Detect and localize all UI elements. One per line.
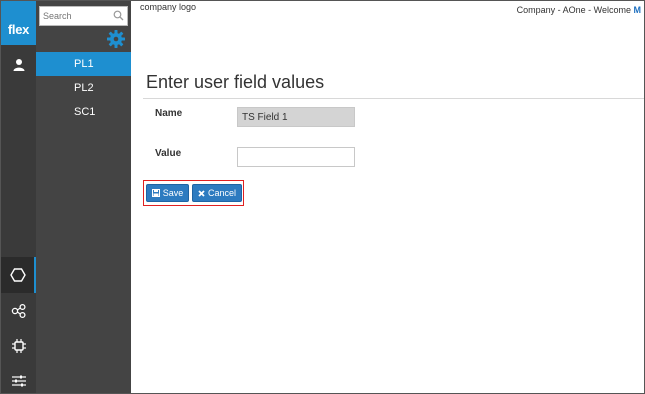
tree-item-pl2[interactable]: PL2 — [36, 76, 131, 100]
title-divider — [143, 98, 644, 99]
search-input[interactable] — [40, 7, 110, 25]
welcome-text: Company - AOne - Welcome M — [517, 5, 641, 15]
close-icon — [198, 189, 205, 197]
chip-icon — [11, 339, 26, 353]
page-title: Enter user field values — [146, 72, 325, 92]
sliders-icon — [11, 375, 26, 387]
gear-icon[interactable] — [106, 29, 126, 49]
company-logo: company logo — [140, 2, 197, 12]
hexagon-icon — [9, 268, 26, 282]
rail-nodes-button[interactable] — [1, 293, 36, 329]
value-field[interactable] — [237, 147, 355, 167]
save-button[interactable]: Save — [146, 184, 189, 202]
rail-chip-button[interactable] — [1, 328, 36, 364]
user-icon — [13, 59, 24, 71]
save-label: Save — [162, 188, 184, 198]
brand-logo[interactable]: flex — [1, 1, 36, 45]
user-menu-link[interactable]: M — [634, 5, 642, 15]
name-label: Name — [155, 108, 183, 119]
cancel-label: Cancel — [207, 188, 236, 198]
rail-sliders-button[interactable] — [1, 363, 36, 394]
search-box — [39, 6, 128, 26]
icon-rail: flex — [1, 1, 36, 393]
floppy-icon — [151, 189, 160, 197]
tree-item-sc1[interactable]: SC1 — [36, 100, 131, 124]
nodes-icon — [11, 303, 26, 319]
cancel-button[interactable]: Cancel — [192, 184, 242, 202]
welcome-label: Company - AOne - Welcome — [516, 5, 631, 15]
rail-hexagon-button[interactable] — [1, 257, 36, 293]
tree-item-pl1[interactable]: PL1 — [36, 52, 131, 76]
tree-panel: PL1 PL2 SC1 — [36, 1, 131, 393]
name-field — [237, 107, 355, 127]
rail-user-button[interactable] — [1, 47, 36, 83]
search-icon[interactable] — [113, 10, 124, 21]
value-label: Value — [155, 148, 182, 159]
